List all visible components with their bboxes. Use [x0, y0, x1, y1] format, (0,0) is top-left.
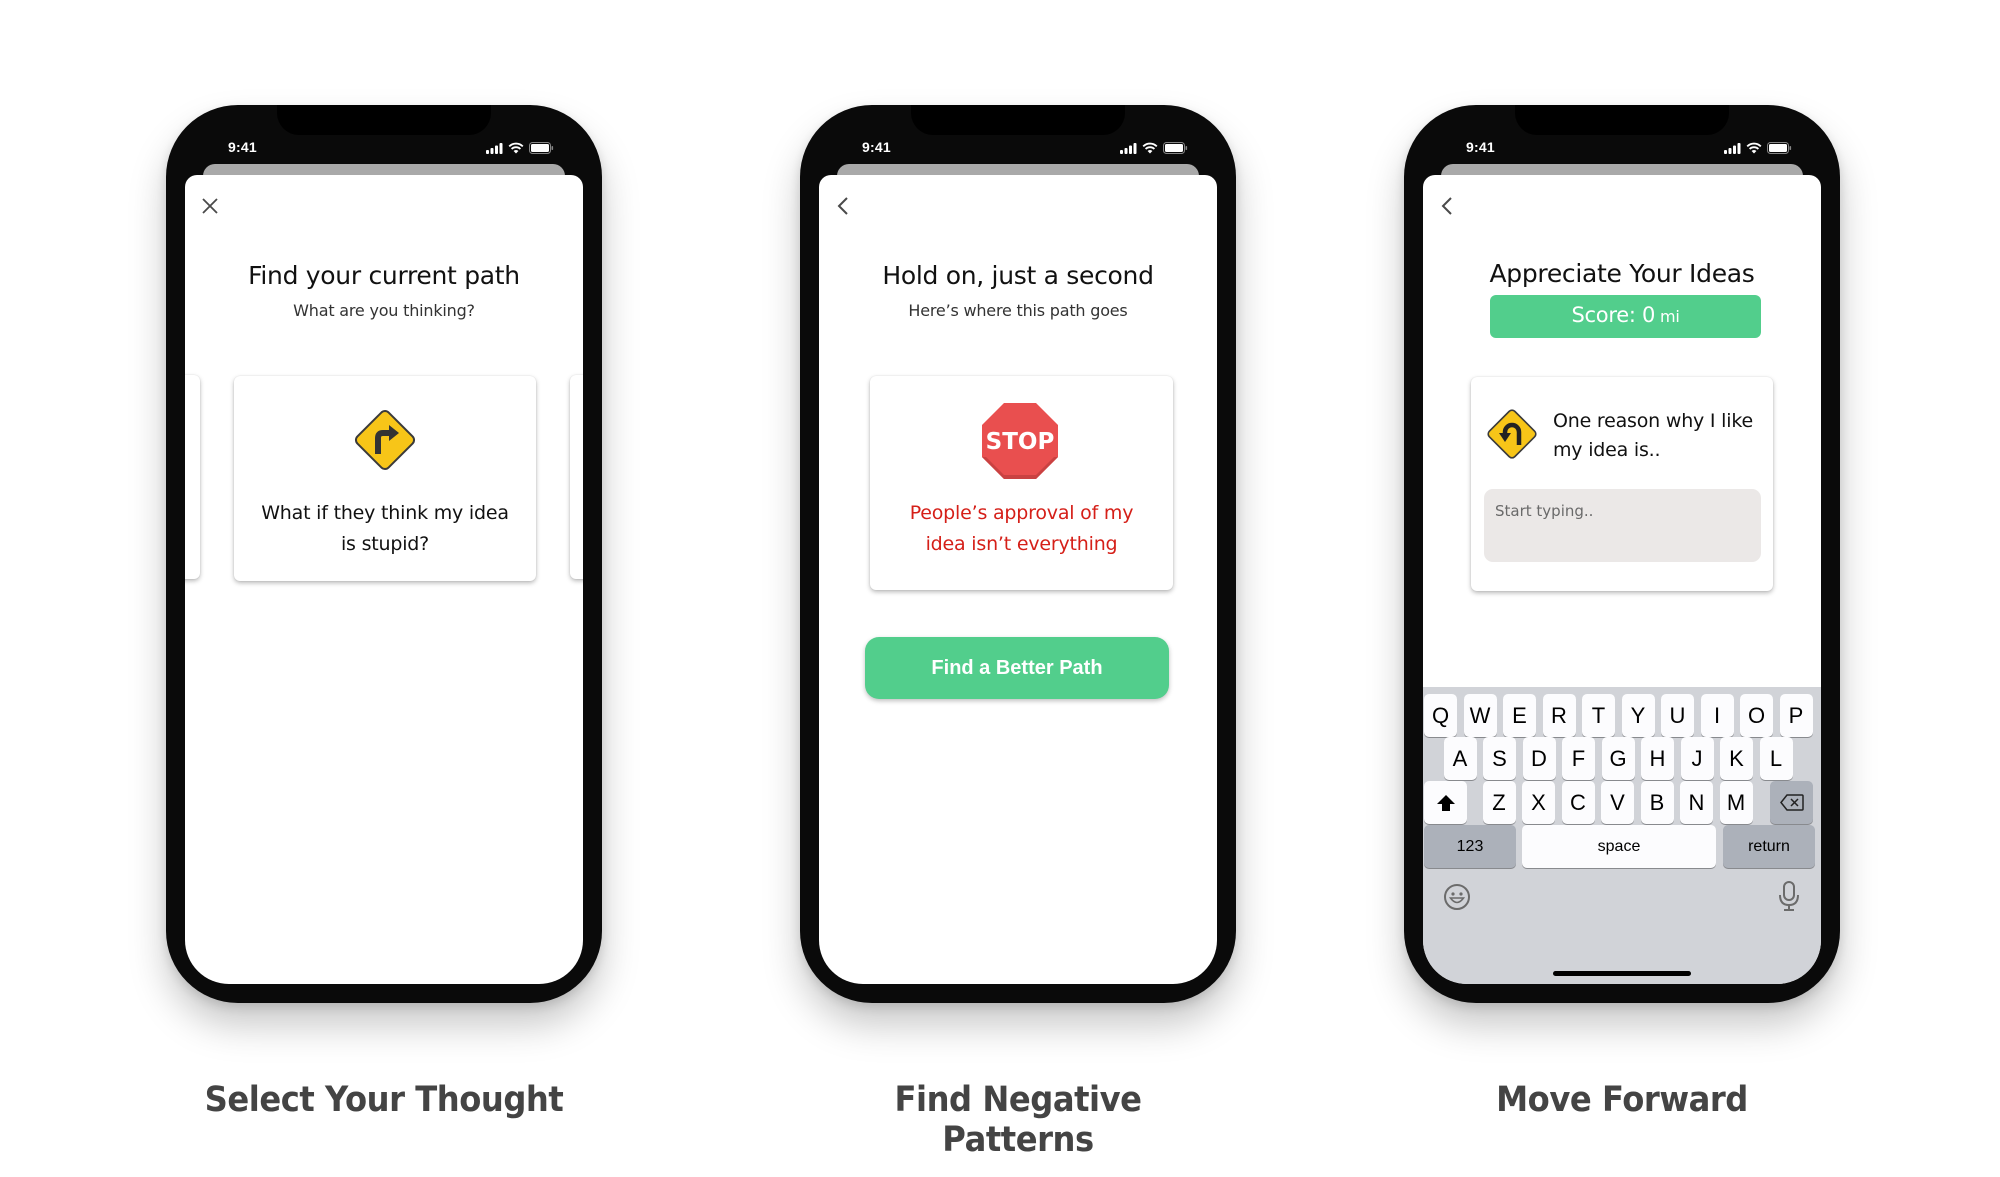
key-q[interactable]: Q — [1424, 694, 1457, 737]
status-time: 9:41 — [862, 139, 891, 155]
close-icon[interactable] — [199, 195, 221, 217]
key-r[interactable]: R — [1542, 694, 1576, 737]
status-icons — [486, 142, 554, 154]
key-p[interactable]: P — [1779, 694, 1813, 737]
reason-prompt: One reason why I like my idea is.. — [1553, 410, 1753, 461]
score-badge: Score: 0 mi — [1490, 295, 1761, 338]
stop-sign-text: STOP — [986, 429, 1055, 455]
signal-icon — [486, 142, 503, 154]
screen: Appreciate Your Ideas Score: 0 mi One re… — [1423, 175, 1821, 984]
battery-icon — [1767, 142, 1792, 154]
status-time: 9:41 — [1466, 139, 1495, 155]
right-turn-sign-icon — [354, 409, 416, 471]
backspace-icon — [1779, 794, 1804, 811]
score-unit: mi — [1660, 307, 1680, 326]
emoji-icon[interactable] — [1443, 883, 1471, 913]
return-key[interactable]: return — [1723, 825, 1815, 868]
thought-card-previous[interactable] — [185, 375, 200, 579]
back-chevron-icon[interactable] — [833, 195, 855, 217]
reason-input[interactable] — [1484, 489, 1761, 562]
key-y[interactable]: Y — [1621, 694, 1655, 737]
battery-icon — [1163, 142, 1188, 154]
back-chevron-icon[interactable] — [1437, 195, 1459, 217]
key-i[interactable]: I — [1700, 694, 1734, 737]
key-g[interactable]: G — [1601, 737, 1635, 780]
phone-move-forward: 9:41 Appreciate Your Ideas Score: 0 mi O… — [1404, 105, 1840, 1003]
pattern-text: People’s approval of my idea isn’t every… — [909, 502, 1134, 555]
keyboard-row-4: 123 space return — [1423, 825, 1821, 868]
page-title: Find your current path — [248, 261, 520, 290]
key-t[interactable]: T — [1582, 694, 1615, 737]
caption-select-your-thought: Select Your Thought — [204, 1080, 564, 1120]
wifi-icon — [1142, 142, 1158, 154]
status-time: 9:41 — [228, 139, 257, 155]
key-a[interactable]: A — [1443, 737, 1477, 780]
key-m[interactable]: M — [1719, 781, 1753, 824]
key-v[interactable]: V — [1601, 781, 1634, 824]
home-indicator — [1553, 971, 1691, 976]
key-z[interactable]: Z — [1482, 781, 1516, 824]
thought-text: What if they think my idea is stupid? — [261, 502, 509, 555]
phone-negative-patterns: 9:41 Hold on, just a second Here’s where… — [800, 105, 1236, 1003]
notch — [1515, 105, 1729, 135]
key-n[interactable]: N — [1680, 781, 1713, 824]
space-key[interactable]: space — [1522, 825, 1716, 868]
key-d[interactable]: D — [1522, 737, 1556, 780]
keyboard: QWERTYUIOP ASDFGHJKL ZXCVBNM 123 space r… — [1423, 687, 1821, 984]
status-icons — [1724, 142, 1792, 154]
signal-icon — [1724, 142, 1741, 154]
key-h[interactable]: H — [1641, 737, 1674, 780]
numbers-key[interactable]: 123 — [1424, 825, 1516, 868]
caption-move-forward: Move Forward — [1496, 1080, 1748, 1120]
page-title: Hold on, just a second — [882, 261, 1154, 290]
stop-sign-icon: STOP — [982, 403, 1058, 479]
notch — [277, 105, 491, 135]
page-subtitle: Here’s where this path goes — [908, 301, 1128, 320]
key-j[interactable]: J — [1680, 737, 1714, 780]
delete-key[interactable] — [1770, 781, 1813, 824]
screen: Find your current path What are you thin… — [185, 175, 583, 984]
keyboard-row-2: ASDFGHJKL — [1423, 737, 1821, 780]
key-u[interactable]: U — [1661, 694, 1694, 737]
wifi-icon — [1746, 142, 1762, 154]
key-b[interactable]: B — [1640, 781, 1674, 824]
key-x[interactable]: X — [1522, 781, 1555, 824]
keyboard-row-3: ZXCVBNM — [1423, 781, 1821, 824]
key-e[interactable]: E — [1503, 694, 1536, 737]
notch — [911, 105, 1125, 135]
page-subtitle: What are you thinking? — [293, 301, 475, 320]
key-w[interactable]: W — [1463, 694, 1497, 737]
wifi-icon — [508, 142, 524, 154]
key-c[interactable]: C — [1561, 781, 1595, 824]
u-turn-sign-icon — [1487, 409, 1537, 459]
screen: Hold on, just a second Here’s where this… — [819, 175, 1217, 984]
caption-find-negative-patterns: Find Negative Patterns — [894, 1080, 1142, 1160]
thought-card[interactable]: What if they think my idea is stupid? — [234, 376, 536, 581]
key-s[interactable]: S — [1483, 737, 1516, 780]
key-l[interactable]: L — [1759, 737, 1793, 780]
key-o[interactable]: O — [1740, 694, 1773, 737]
score-value: Score: 0 — [1571, 303, 1656, 327]
phone-select-thought: 9:41 Find your current path What are you… — [166, 105, 602, 1003]
shift-key[interactable] — [1424, 781, 1467, 824]
reason-card: One reason why I like my idea is.. — [1471, 377, 1773, 591]
find-better-path-button[interactable]: Find a Better Path — [865, 637, 1169, 699]
microphone-icon[interactable] — [1775, 880, 1803, 911]
pattern-card: STOP People’s approval of my idea isn’t … — [870, 376, 1173, 590]
shift-icon — [1436, 794, 1455, 811]
keyboard-row-1: QWERTYUIOP — [1423, 694, 1821, 737]
key-k[interactable]: K — [1720, 737, 1753, 780]
battery-icon — [529, 142, 554, 154]
thought-card-next[interactable] — [570, 375, 583, 579]
signal-icon — [1120, 142, 1137, 154]
key-f[interactable]: F — [1562, 737, 1595, 780]
page-title: Appreciate Your Ideas — [1489, 259, 1755, 288]
status-icons — [1120, 142, 1188, 154]
